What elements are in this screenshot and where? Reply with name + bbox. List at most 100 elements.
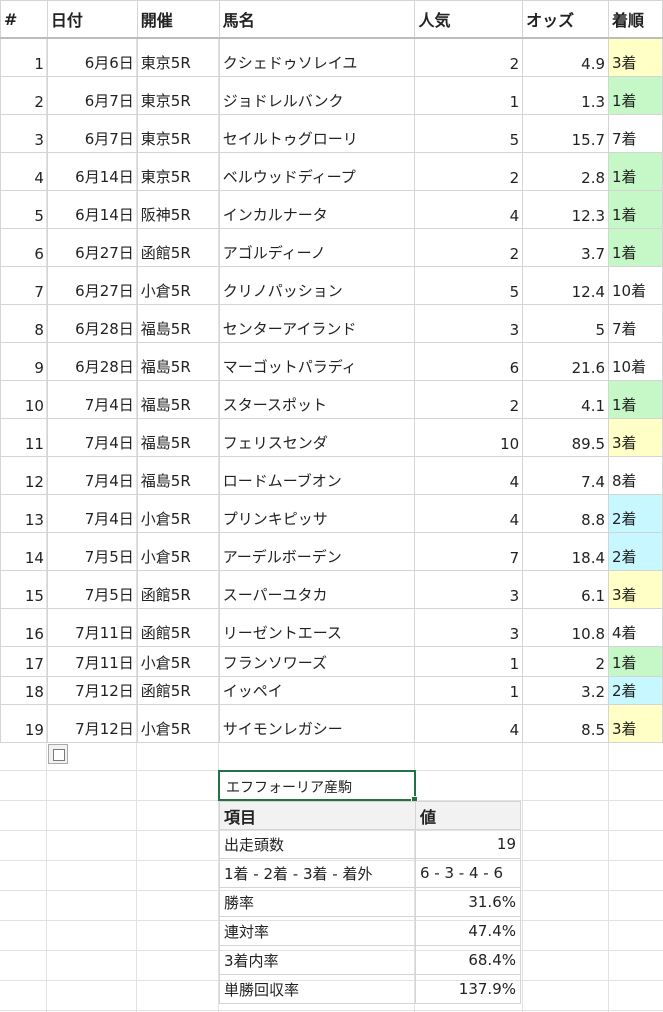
popularity-cell[interactable]: 3 [414,569,524,609]
popularity-cell[interactable]: 5 [414,265,524,305]
row-number-cell[interactable]: 4 [0,151,48,191]
stats-key-cell[interactable]: 1着 - 2着 - 3着 - 着外 [219,858,416,888]
stats-key-cell[interactable]: 連対率 [219,916,416,946]
horse-name-cell[interactable]: スタースポット [218,379,416,419]
finish-cell[interactable]: 1着 [608,645,663,677]
stats-header-key[interactable]: 項目 [219,801,416,830]
popularity-cell[interactable]: 1 [414,75,524,115]
horse-name-cell[interactable]: アゴルディーノ [218,227,416,267]
odds-cell[interactable]: 2.8 [522,151,610,191]
row-number-cell[interactable]: 3 [0,113,48,153]
date-cell[interactable]: 6月14日 [46,189,138,229]
row-number-cell[interactable]: 18 [0,675,48,705]
stats-key-cell[interactable]: 3着内率 [219,945,416,975]
finish-cell[interactable]: 3着 [608,703,663,743]
header-odds[interactable]: オッズ [522,0,610,39]
date-cell[interactable]: 6月6日 [46,37,138,77]
row-number-cell[interactable]: 6 [0,227,48,267]
venue-cell[interactable]: 小倉5R [136,265,220,305]
horse-name-cell[interactable]: ロードムーブオン [218,455,416,495]
finish-cell[interactable]: 1着 [608,151,663,191]
venue-cell[interactable]: 東京5R [136,113,220,153]
date-cell[interactable]: 6月27日 [46,265,138,305]
venue-cell[interactable]: 小倉5R [136,493,220,533]
finish-cell[interactable]: 4着 [608,607,663,647]
row-number-cell[interactable]: 9 [0,341,48,381]
venue-cell[interactable]: 小倉5R [136,703,220,743]
popularity-cell[interactable]: 2 [414,379,524,419]
finish-cell[interactable]: 8着 [608,455,663,495]
date-cell[interactable]: 7月4日 [46,455,138,495]
popularity-cell[interactable]: 1 [414,645,524,677]
finish-cell[interactable]: 1着 [608,189,663,229]
horse-name-cell[interactable]: プリンキピッサ [218,493,416,533]
stats-value-cell[interactable]: 19 [415,829,521,859]
header-popularity[interactable]: 人気 [414,0,524,39]
row-number-cell[interactable]: 11 [0,417,48,457]
odds-cell[interactable]: 2 [522,645,610,677]
finish-cell[interactable]: 7着 [608,113,663,153]
date-cell[interactable]: 7月4日 [46,379,138,419]
popularity-cell[interactable]: 2 [414,151,524,191]
odds-cell[interactable]: 4.9 [522,37,610,77]
venue-cell[interactable]: 福島5R [136,303,220,343]
horse-name-cell[interactable]: フェリスセンダ [218,417,416,457]
header-venue[interactable]: 開催 [136,0,220,39]
row-number-cell[interactable]: 19 [0,703,48,743]
venue-cell[interactable]: 阪神5R [136,189,220,229]
venue-cell[interactable]: 函館5R [136,569,220,609]
popularity-cell[interactable]: 1 [414,675,524,705]
popularity-cell[interactable]: 2 [414,37,524,77]
horse-name-cell[interactable]: スーパーユタカ [218,569,416,609]
finish-cell[interactable]: 2着 [608,531,663,571]
finish-cell[interactable]: 3着 [608,37,663,77]
stats-key-cell[interactable]: 勝率 [219,887,416,917]
odds-cell[interactable]: 4.1 [522,379,610,419]
odds-cell[interactable]: 7.4 [522,455,610,495]
odds-cell[interactable]: 3.2 [522,675,610,705]
finish-cell[interactable]: 1着 [608,75,663,115]
finish-cell[interactable]: 10着 [608,341,663,381]
odds-cell[interactable]: 5 [522,303,610,343]
row-number-cell[interactable]: 17 [0,645,48,677]
odds-cell[interactable]: 21.6 [522,341,610,381]
stats-key-cell[interactable]: 出走頭数 [219,829,416,859]
odds-cell[interactable]: 6.1 [522,569,610,609]
stats-value-cell[interactable]: 68.4% [415,945,521,975]
finish-cell[interactable]: 10着 [608,265,663,305]
row-number-cell[interactable]: 8 [0,303,48,343]
odds-cell[interactable]: 1.3 [522,75,610,115]
venue-cell[interactable]: 東京5R [136,37,220,77]
venue-cell[interactable]: 福島5R [136,341,220,381]
horse-name-cell[interactable]: クリノパッション [218,265,416,305]
stats-value-cell[interactable]: 6 - 3 - 4 - 6 [415,858,521,888]
venue-cell[interactable]: 福島5R [136,455,220,495]
spreadsheet-grid[interactable]: # 日付 開催 馬名 人気 オッズ 着順 1 6月6日 東京5R クシェドゥソレイユ 2… [0,0,663,1012]
finish-cell[interactable]: 3着 [608,569,663,609]
venue-cell[interactable]: 小倉5R [136,531,220,571]
venue-cell[interactable]: 函館5R [136,675,220,705]
venue-cell[interactable]: 福島5R [136,379,220,419]
finish-cell[interactable]: 2着 [608,675,663,705]
odds-cell[interactable]: 18.4 [522,531,610,571]
row-number-cell[interactable]: 15 [0,569,48,609]
date-cell[interactable]: 6月28日 [46,341,138,381]
date-cell[interactable]: 6月7日 [46,113,138,153]
date-cell[interactable]: 7月11日 [46,645,138,677]
popularity-cell[interactable]: 4 [414,189,524,229]
horse-name-cell[interactable]: セイルトゥグローリ [218,113,416,153]
horse-name-cell[interactable]: フランソワーズ [218,645,416,677]
odds-cell[interactable]: 12.4 [522,265,610,305]
date-cell[interactable]: 7月12日 [46,703,138,743]
stats-key-cell[interactable]: 単勝回収率 [219,974,416,1004]
popularity-cell[interactable]: 4 [414,493,524,533]
header-no[interactable]: # [0,0,48,39]
date-cell[interactable]: 6月14日 [46,151,138,191]
finish-cell[interactable]: 2着 [608,493,663,533]
date-cell[interactable]: 7月4日 [46,417,138,457]
venue-cell[interactable]: 東京5R [136,75,220,115]
date-cell[interactable]: 6月27日 [46,227,138,267]
quick-analysis-icon[interactable] [48,744,68,764]
stats-value-cell[interactable]: 137.9% [415,974,521,1004]
popularity-cell[interactable]: 4 [414,703,524,743]
